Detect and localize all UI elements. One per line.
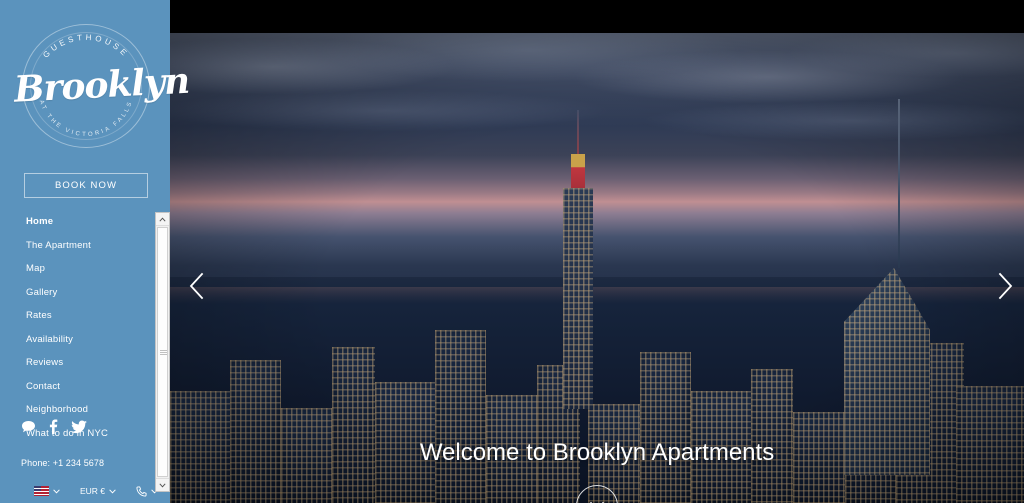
- sidebar: GUESTHOUSE AT THE VICTORIA FALLS Brookly…: [0, 0, 191, 503]
- carousel-next-arrow[interactable]: [992, 269, 1018, 303]
- chevron-down-icon: [109, 488, 116, 494]
- scrollbar-up-button[interactable]: [156, 213, 169, 226]
- logo-top-arc-text: GUESTHOUSE: [41, 33, 127, 60]
- svg-text:GUESTHOUSE: GUESTHOUSE: [41, 33, 130, 60]
- currency-selector[interactable]: EUR €: [80, 486, 116, 496]
- hero-slider: Welcome to Brooklyn Apartments: [170, 33, 1024, 503]
- chevron-right-icon: [998, 272, 1013, 300]
- us-flag-icon: [34, 486, 49, 496]
- top-bar: [170, 0, 1024, 33]
- chevron-down-icon: [53, 488, 60, 494]
- currency-label: EUR €: [80, 486, 106, 496]
- facebook-icon[interactable]: [49, 419, 58, 434]
- nav-item-contact[interactable]: Contact: [26, 381, 156, 392]
- social-links: [21, 419, 87, 434]
- scrollbar-down-button[interactable]: [156, 478, 169, 491]
- book-now-button[interactable]: BOOK NOW: [24, 173, 148, 198]
- nav-item-availability[interactable]: Availability: [26, 334, 156, 345]
- carousel-prev-arrow[interactable]: [184, 269, 210, 303]
- logo[interactable]: GUESTHOUSE AT THE VICTORIA FALLS Brookly…: [13, 22, 191, 150]
- scrollbar-grip: [160, 350, 167, 355]
- comment-icon[interactable]: [21, 420, 36, 434]
- page-root: Welcome to Brooklyn Apartments ARRIVAL: [0, 0, 1024, 503]
- hero-vignette: [170, 33, 1024, 503]
- language-selector[interactable]: [34, 486, 60, 496]
- sidebar-scrollbar[interactable]: [155, 212, 170, 492]
- chevron-down-icon: [159, 482, 166, 488]
- nav-item-map[interactable]: Map: [26, 263, 156, 274]
- hero-title: Welcome to Brooklyn Apartments: [419, 439, 775, 466]
- main-navigation: Home The Apartment Map Gallery Rates Ava…: [26, 216, 156, 451]
- logo-script-text: Brooklyn: [13, 59, 191, 111]
- nav-item-home[interactable]: Home: [26, 216, 156, 227]
- phone-number: Phone: +1 234 5678: [21, 458, 105, 468]
- nav-item-reviews[interactable]: Reviews: [26, 357, 156, 368]
- scrollbar-thumb[interactable]: [157, 227, 168, 477]
- nav-item-gallery[interactable]: Gallery: [26, 287, 156, 298]
- sidebar-bottom-bar: EUR €: [0, 479, 170, 503]
- nav-item-the-apartment[interactable]: The Apartment: [26, 240, 156, 251]
- phone-icon: [136, 485, 147, 497]
- nav-item-rates[interactable]: Rates: [26, 310, 156, 321]
- chevron-up-icon: [159, 216, 166, 222]
- chevron-left-icon: [189, 272, 204, 300]
- twitter-icon[interactable]: [71, 420, 87, 434]
- nav-item-neighborhood[interactable]: Neighborhood: [26, 404, 156, 415]
